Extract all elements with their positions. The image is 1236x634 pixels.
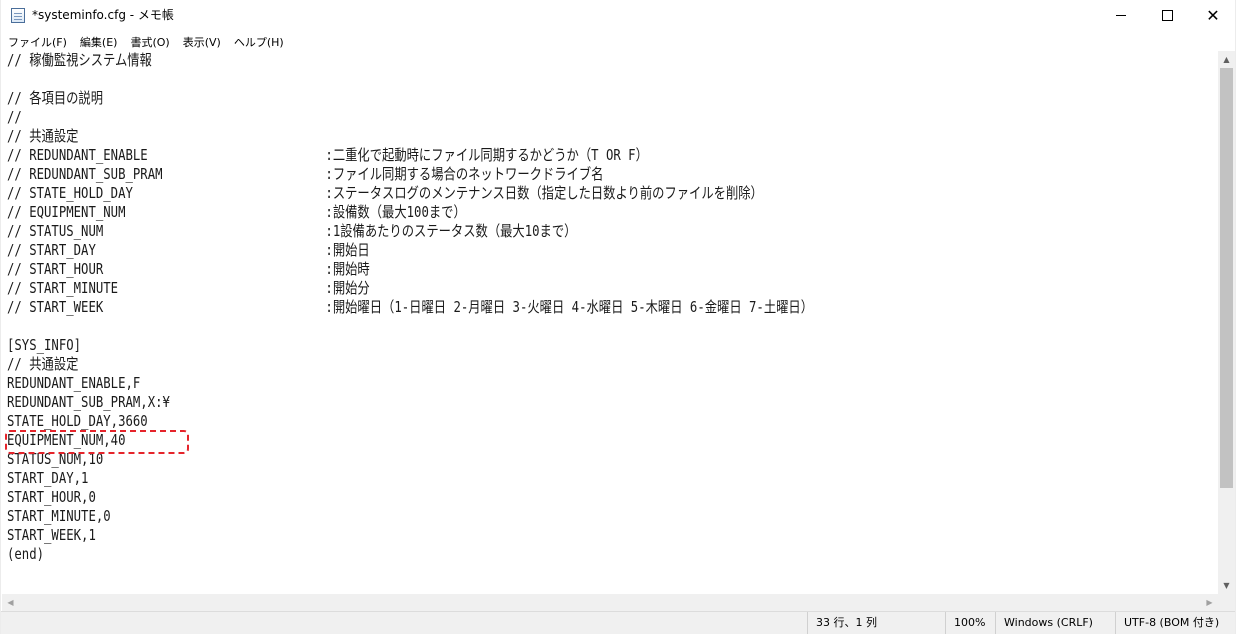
text-line: START_DAY,1 xyxy=(7,469,89,487)
minimize-button[interactable] xyxy=(1098,0,1144,31)
text-line: // EQUIPMENT_NUM :設備数（最大100まで） xyxy=(7,203,466,221)
text-line: // START_WEEK :開始曜日（1-日曜日 2-月曜日 3-火曜日 4-… xyxy=(7,298,814,316)
text-line: START_WEEK,1 xyxy=(7,526,96,544)
text-line: // 稼働監視システム情報 xyxy=(7,51,152,69)
text-line: // 共通設定 xyxy=(7,127,79,145)
scrollbar-corner xyxy=(1218,594,1235,611)
menu-view[interactable]: 表示(V) xyxy=(176,33,227,53)
highlight-annotation-box xyxy=(5,430,189,454)
close-icon: ✕ xyxy=(1206,6,1220,25)
notepad-window: *systeminfo.cfg - メモ帳 ✕ ファイル(F) 編集(E) 書式(O… xyxy=(0,0,1236,634)
text-line: REDUNDANT_ENABLE,F xyxy=(7,374,141,392)
text-line: // START_HOUR :開始時 xyxy=(7,260,370,278)
menu-edit[interactable]: 編集(E) xyxy=(73,33,124,53)
status-bar: 33 行、1 列 100% Windows (CRLF) UTF-8 (BOM … xyxy=(1,611,1235,634)
text-line: // REDUNDANT_SUB_PRAM :ファイル同期する場合のネットワーク… xyxy=(7,165,604,183)
horizontal-scrollbar[interactable]: ◀ ▶ xyxy=(2,594,1218,611)
menu-help[interactable]: ヘルプ(H) xyxy=(227,33,290,53)
vertical-scroll-thumb[interactable] xyxy=(1220,68,1233,488)
text-line: // START_DAY :開始日 xyxy=(7,241,370,259)
menu-format[interactable]: 書式(O) xyxy=(123,33,175,53)
text-encoding: UTF-8 (BOM 付き) xyxy=(1115,612,1236,634)
text-line xyxy=(7,317,813,336)
line-ending: Windows (CRLF) xyxy=(995,612,1115,634)
zoom-level: 100% xyxy=(945,612,995,634)
menu-file[interactable]: ファイル(F) xyxy=(1,33,73,53)
scroll-right-icon[interactable]: ▶ xyxy=(1201,594,1218,611)
notepad-app-icon[interactable] xyxy=(11,8,25,23)
title-bar[interactable]: *systeminfo.cfg - メモ帳 ✕ xyxy=(1,0,1235,31)
text-content: // 稼働監視システム情報 // 各項目の説明 // // 共通設定 // RE… xyxy=(7,51,990,564)
text-line: // 各項目の説明 xyxy=(7,89,104,107)
close-button[interactable]: ✕ xyxy=(1190,0,1236,31)
scroll-down-icon[interactable]: ▼ xyxy=(1218,577,1235,594)
text-line: START_MINUTE,0 xyxy=(7,507,111,525)
maximize-icon xyxy=(1161,10,1173,21)
text-line: // START_MINUTE :開始分 xyxy=(7,279,370,297)
text-line: (end) xyxy=(7,545,45,563)
text-line: // 共通設定 xyxy=(7,355,79,373)
vertical-scrollbar[interactable]: ▲ ▼ xyxy=(1218,51,1235,594)
text-line xyxy=(7,70,813,89)
text-line: START_HOUR,0 xyxy=(7,488,96,506)
scroll-up-icon[interactable]: ▲ xyxy=(1218,51,1235,68)
text-line: // STATE_HOLD_DAY :ステータスログのメンテナンス日数（指定した… xyxy=(7,184,763,202)
text-line: REDUNDANT_SUB_PRAM,X:¥ xyxy=(7,393,170,411)
minimize-icon xyxy=(1116,15,1126,16)
text-line: // xyxy=(7,108,22,126)
text-line: // REDUNDANT_ENABLE :二重化で起動時にファイル同期するかどう… xyxy=(7,146,648,164)
text-line: [SYS_INFO] xyxy=(7,336,82,354)
text-line: STATE_HOLD_DAY,3660 xyxy=(7,412,148,430)
menu-bar: ファイル(F) 編集(E) 書式(O) 表示(V) ヘルプ(H) xyxy=(1,31,1235,51)
window-title: *systeminfo.cfg - メモ帳 xyxy=(32,8,174,22)
cursor-position: 33 行、1 列 xyxy=(807,612,945,634)
text-editor-area[interactable]: // 稼働監視システム情報 // 各項目の説明 // // 共通設定 // RE… xyxy=(2,51,1218,594)
text-line: // STATUS_NUM :1設備あたりのステータス数（最大10まで） xyxy=(7,222,577,240)
maximize-button[interactable] xyxy=(1144,0,1190,31)
scroll-left-icon[interactable]: ◀ xyxy=(2,594,19,611)
